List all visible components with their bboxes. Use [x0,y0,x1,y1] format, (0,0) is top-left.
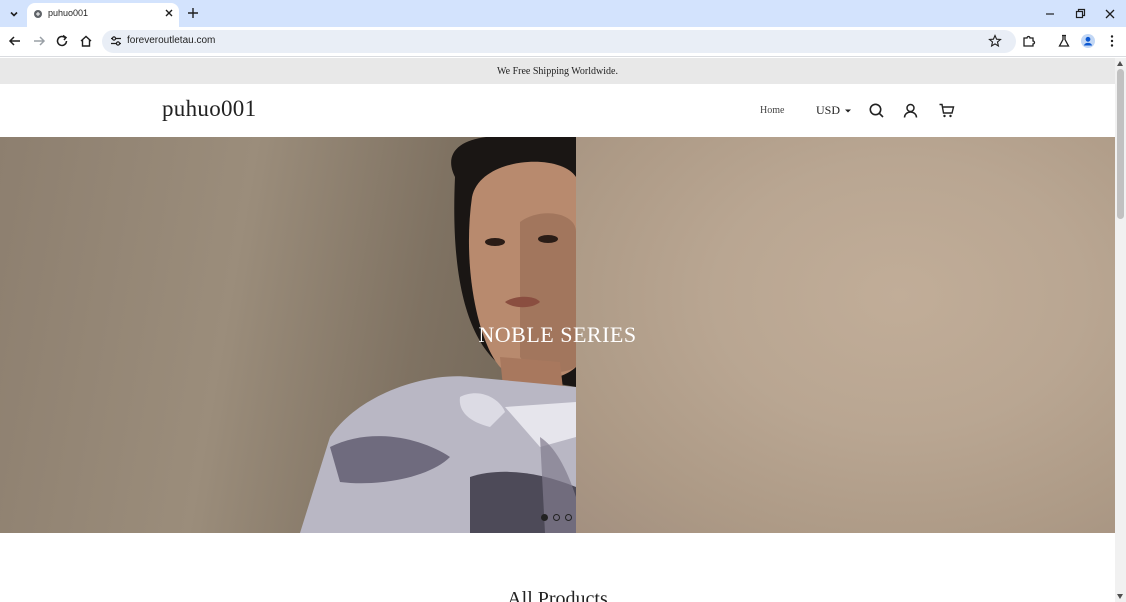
currency-label: USD [816,103,841,117]
arrow-right-icon[interactable] [31,33,47,49]
restore-icon[interactable] [1073,7,1087,21]
announcement-text: We Free Shipping Worldwide. [497,65,618,77]
slider-dot-2[interactable] [553,514,560,521]
scroll-up-arrow-icon[interactable] [1117,61,1123,66]
home-icon[interactable] [78,33,94,49]
close-window-icon[interactable] [1103,7,1117,21]
close-tab-icon[interactable] [163,7,175,19]
slider-dot-1[interactable] [541,514,548,521]
plus-icon[interactable] [186,6,200,20]
hero-banner[interactable]: NOBLE SERIES [0,137,1115,533]
slider-dot-3[interactable] [565,514,572,521]
scroll-down-arrow-icon[interactable] [1117,594,1123,599]
page-viewport: We Free Shipping Worldwide. puhuo001 Hom… [0,58,1115,602]
address-bar[interactable]: foreveroutletau.com [102,30,1016,53]
tab-title: puhuo001 [48,8,89,18]
section-title: All Products [507,588,608,602]
puzzle-icon[interactable] [1021,33,1037,49]
tab-list-button[interactable] [5,5,23,23]
site-header: puhuo001 Home USD [0,84,1115,137]
browser-tab[interactable]: puhuo001 [27,3,179,27]
hero-title: NOBLE SERIES [478,322,637,347]
nav-home-link[interactable]: Home [760,105,784,116]
favicon-icon [34,10,42,18]
cart-icon[interactable] [938,102,955,119]
profile-icon[interactable] [1080,33,1096,49]
flask-icon[interactable] [1056,33,1072,49]
arrow-left-icon[interactable] [7,33,23,49]
minimize-icon[interactable] [1043,7,1057,21]
tune-icon[interactable] [109,34,123,48]
announcement-bar: We Free Shipping Worldwide. [0,58,1115,84]
caret-down-icon [845,109,852,112]
page-scrollbar[interactable] [1115,58,1126,602]
star-icon[interactable] [988,34,1002,48]
site-logo[interactable]: puhuo001 [162,96,256,122]
scrollbar-thumb[interactable] [1117,69,1124,219]
kebab-menu-icon[interactable] [1104,33,1120,49]
chevron-down-icon [10,11,18,17]
slider-dots [541,514,572,521]
browser-toolbar: foreveroutletau.com [0,27,1126,57]
search-icon[interactable] [868,102,885,119]
browser-tab-strip: puhuo001 [0,0,1126,27]
url-text: foreveroutletau.com [127,35,216,46]
currency-selector[interactable]: USD [816,103,852,118]
account-icon[interactable] [902,102,919,119]
reload-icon[interactable] [54,33,70,49]
